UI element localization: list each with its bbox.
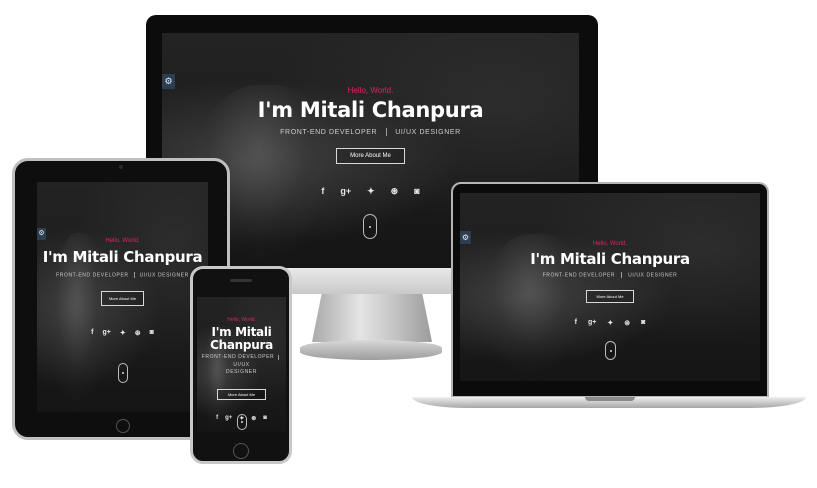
instagram-icon[interactable]: ◙ <box>263 415 267 422</box>
google-plus-icon[interactable]: g+ <box>340 186 351 197</box>
role-designer-prefix: UI/UX <box>233 361 250 368</box>
role-front-end: FRONT-END DEVELOPER <box>201 354 275 361</box>
more-about-me-button[interactable]: More About Me <box>336 148 405 165</box>
role-front-end: FRONT-END DEVELOPER <box>280 128 378 136</box>
hero-greeting: Hello, World. <box>227 317 256 323</box>
phone-home-button <box>233 443 249 459</box>
laptop-notch <box>585 397 635 401</box>
instagram-icon[interactable]: ◙ <box>150 329 154 337</box>
settings-icon: ⚙ <box>38 230 45 237</box>
role-front-end: FRONT-END DEVELOPER <box>542 271 616 278</box>
facebook-icon[interactable]: f <box>216 415 218 422</box>
role-front-end: FRONT-END DEVELOPER <box>56 271 129 278</box>
facebook-icon[interactable]: f <box>575 319 577 327</box>
facebook-icon[interactable]: f <box>91 329 93 337</box>
hero-roles: FRONT-END DEVELOPER UI/UX DESIGNER <box>460 271 760 278</box>
hero-name: I'm Mitali Chanpura <box>42 248 203 266</box>
dribbble-icon[interactable]: ⊛ <box>251 415 256 422</box>
hero-name-line-2: Chanpura <box>210 338 273 353</box>
hero-greeting: Hello, World. <box>105 238 140 244</box>
settings-icon: ⚙ <box>164 76 173 86</box>
scroll-down-indicator[interactable] <box>363 214 377 239</box>
facebook-icon[interactable]: f <box>321 186 324 197</box>
role-designer: DESIGNER <box>226 369 257 376</box>
tablet-camera <box>119 165 123 169</box>
scroll-down-indicator[interactable] <box>237 414 247 430</box>
scroll-down-indicator[interactable] <box>605 341 616 360</box>
tablet-screen: ⚙ Hello, World. I'm Mitali Chanpura FRON… <box>37 182 208 412</box>
hero-roles: FRONT-END DEVELOPER UI/UX DESIGNER <box>162 128 579 137</box>
hero-greeting: Hello, World. <box>592 241 628 247</box>
more-about-me-button[interactable]: More About Me <box>100 290 145 306</box>
phone-screen: Hello, World. I'm Mitali Chanpura FRONT-… <box>197 297 286 432</box>
desktop-monitor-stand <box>312 294 432 342</box>
tablet-home-button <box>116 419 130 433</box>
more-about-me-button[interactable]: More About Me <box>216 388 267 400</box>
hero-name: I'm Mitali Chanpura <box>257 98 484 122</box>
role-designer: UI/UX DESIGNER <box>395 128 461 136</box>
role-divider <box>621 271 623 278</box>
hero-roles: FRONT-END DEVELOPER UI/UX DESIGNER <box>37 271 208 278</box>
social-links: f g+ ✦ ⊛ ◙ <box>460 319 760 327</box>
social-links: f g+ ✦ ⊛ ◙ <box>37 329 208 337</box>
laptop-screen: ⚙ Hello, World. I'm Mitali Chanpura FRON… <box>460 193 760 381</box>
dribbble-icon[interactable]: ⊛ <box>135 329 141 337</box>
google-plus-icon[interactable]: g+ <box>102 329 110 337</box>
role-designer: UI/UX DESIGNER <box>139 271 189 278</box>
role-divider <box>133 271 135 278</box>
role-divider <box>278 354 280 360</box>
role-divider <box>385 128 387 137</box>
twitter-icon[interactable]: ✦ <box>120 329 126 337</box>
dribbble-icon[interactable]: ⊛ <box>391 186 399 197</box>
role-designer: UI/UX DESIGNER <box>628 271 678 278</box>
more-about-me-button[interactable]: More About Me <box>586 289 634 303</box>
scroll-down-indicator[interactable] <box>118 363 128 383</box>
hero-roles: FRONT-END DEVELOPER UI/UX DESIGNER <box>197 354 286 377</box>
desktop-monitor-base <box>300 340 442 360</box>
twitter-icon[interactable]: ✦ <box>607 319 613 327</box>
hero-greeting: Hello, World. <box>347 86 394 95</box>
instagram-icon[interactable]: ◙ <box>641 319 645 327</box>
dribbble-icon[interactable]: ⊛ <box>624 319 630 327</box>
phone-speaker <box>230 279 252 282</box>
google-plus-icon[interactable]: g+ <box>225 415 232 422</box>
google-plus-icon[interactable]: g+ <box>588 319 596 327</box>
twitter-icon[interactable]: ✦ <box>367 186 375 197</box>
instagram-icon[interactable]: ◙ <box>414 186 419 197</box>
hero-name: I'm Mitali Chanpura <box>530 250 690 268</box>
